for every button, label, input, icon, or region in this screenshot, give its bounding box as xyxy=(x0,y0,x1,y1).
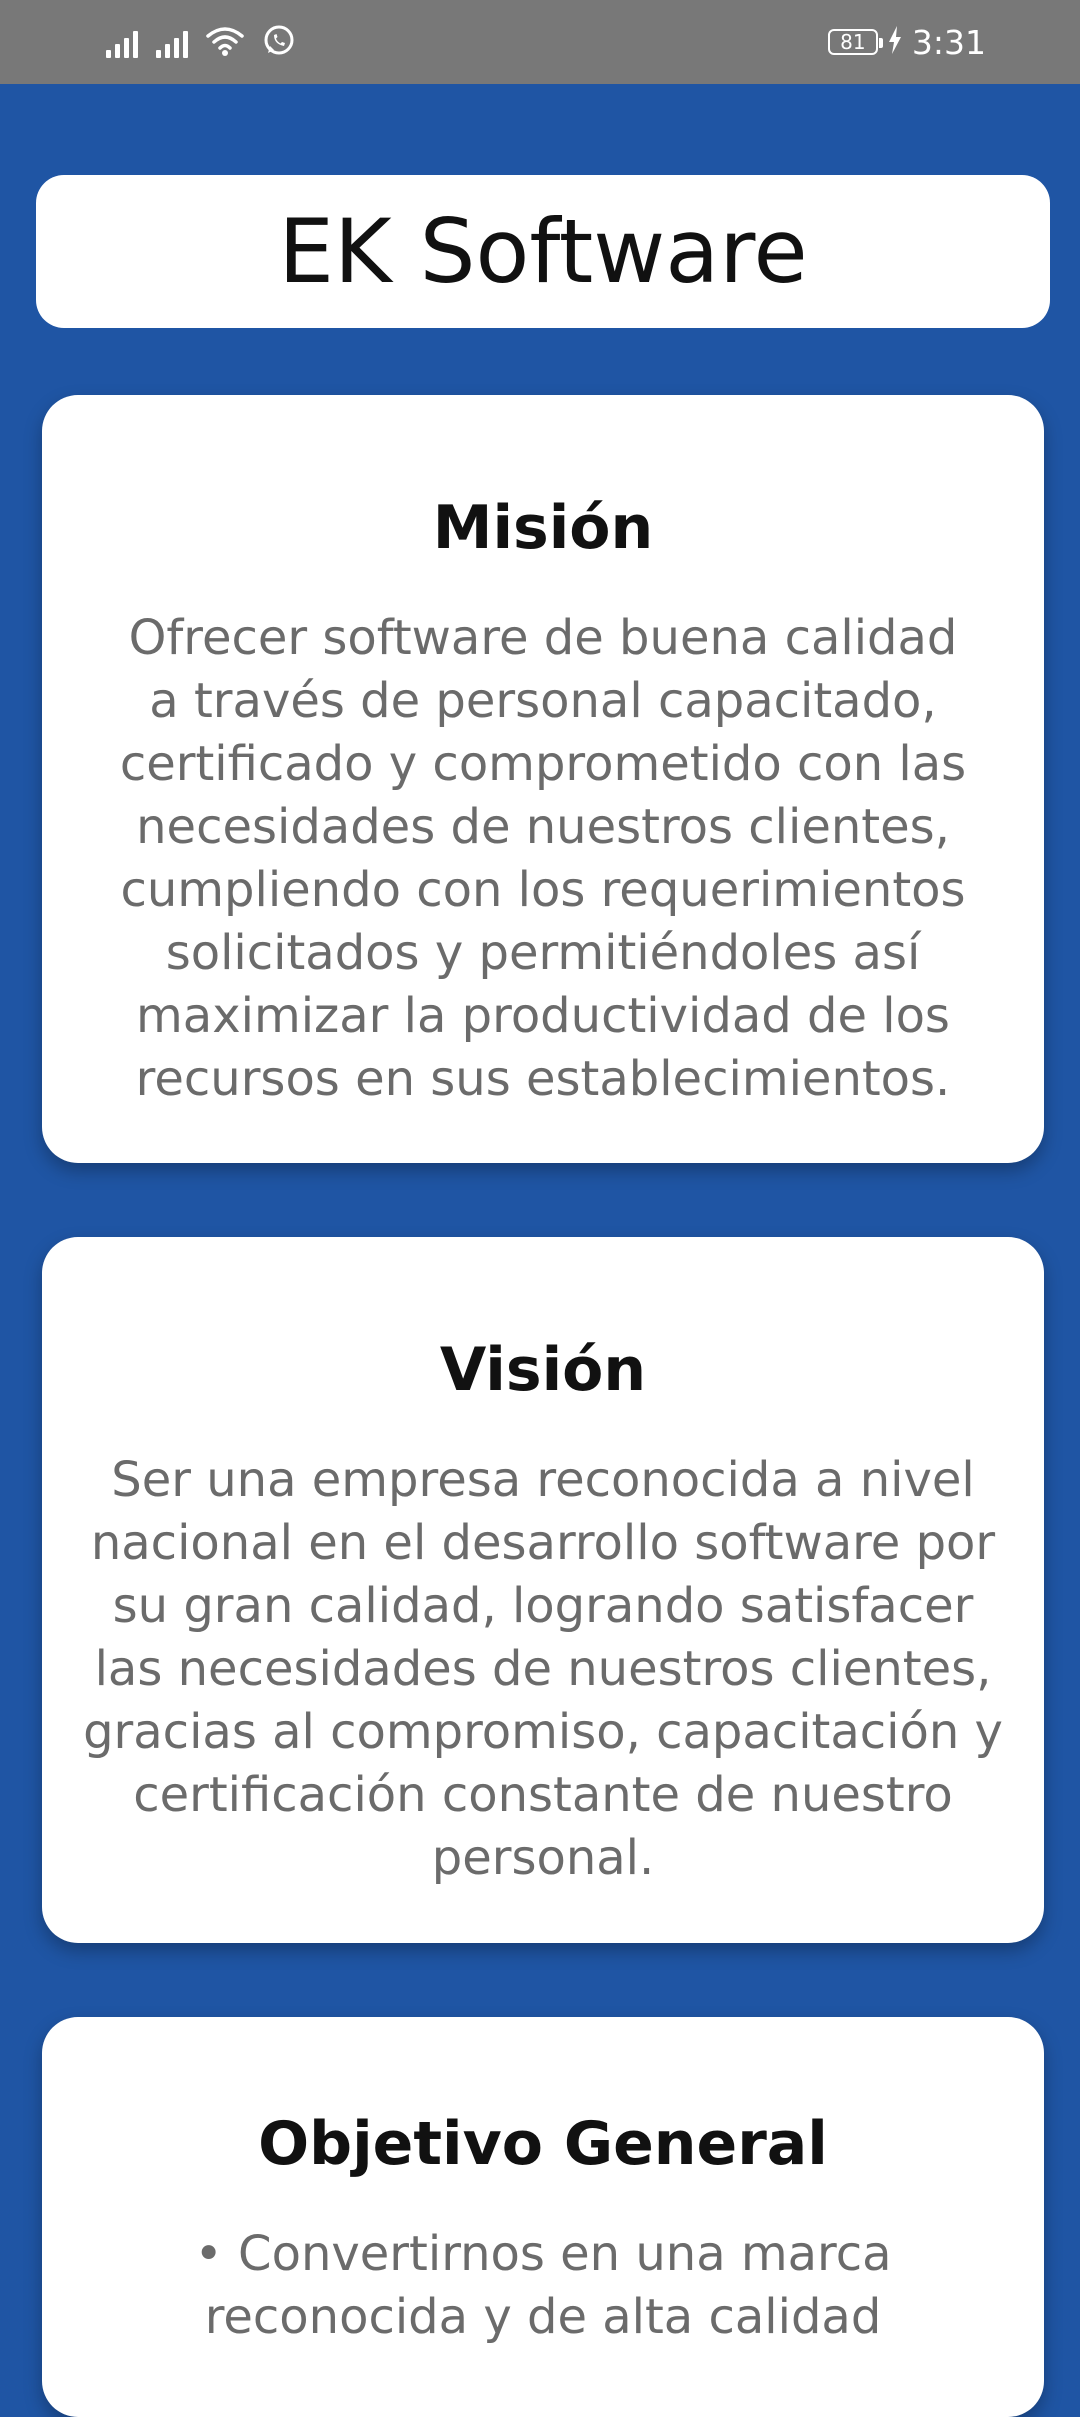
signal-icon xyxy=(156,28,188,58)
status-bar: 81 3:31 xyxy=(0,0,1080,84)
wifi-icon xyxy=(206,25,244,62)
status-icons-left xyxy=(106,24,296,62)
vision-text: Ser una empresa reconocida a nivel nacio… xyxy=(83,1452,1003,1886)
status-time: 3:31 xyxy=(911,22,986,62)
charging-icon xyxy=(888,25,902,59)
mision-title: Misión xyxy=(432,493,654,563)
objetivo-card: Objetivo General • Convertirnos en una m… xyxy=(42,2017,1044,2417)
app-title: EK Software xyxy=(278,200,808,303)
whatsapp-icon xyxy=(262,24,296,63)
mision-card: Misión Ofrecer software de buena calidad… xyxy=(42,395,1044,1163)
battery-level: 81 xyxy=(840,30,866,54)
objetivo-text: • Convertirnos en una marca reconocida y… xyxy=(194,2226,892,2345)
mision-text: Ofrecer software de buena calidad a trav… xyxy=(119,610,967,1107)
vision-title: Visión xyxy=(439,1335,647,1405)
status-icons-right: 81 3:31 xyxy=(827,20,986,64)
signal-icon xyxy=(106,28,138,58)
battery-icon: 81 xyxy=(827,29,883,55)
vision-card: Visión Ser una empresa reconocida a nive… xyxy=(42,1237,1044,1943)
objetivo-title: Objetivo General xyxy=(258,2109,828,2179)
header-card: EK Software xyxy=(36,175,1050,328)
